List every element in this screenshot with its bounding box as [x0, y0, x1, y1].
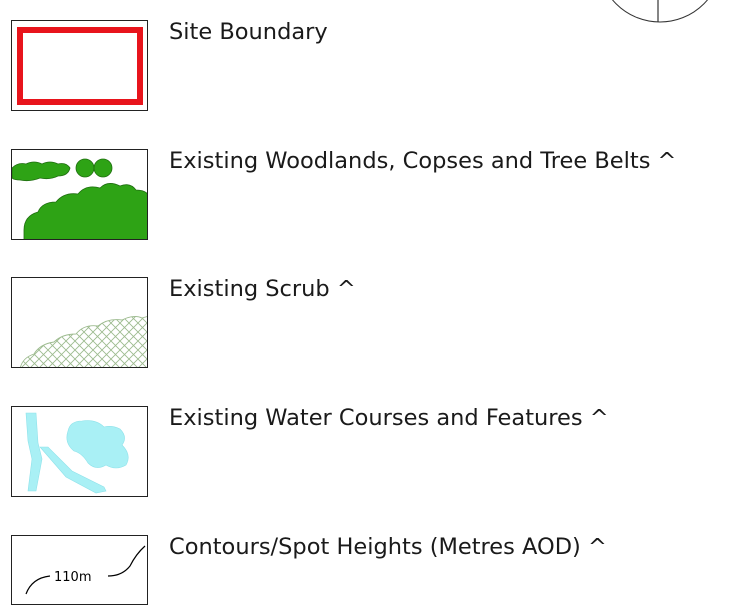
- compass-rose: [590, 0, 731, 34]
- contour-sample-label: 110m: [54, 570, 91, 585]
- scrub-swatch: [11, 277, 148, 368]
- water-swatch: [11, 406, 148, 497]
- legend-label: Existing Water Courses and Features ^: [169, 405, 609, 431]
- legend-label: Existing Woodlands, Copses and Tree Belt…: [169, 148, 677, 174]
- legend-label: Existing Scrub ^: [169, 276, 356, 302]
- woodland-swatch: [11, 149, 148, 240]
- legend-label: Contours/Spot Heights (Metres AOD) ^: [169, 534, 607, 560]
- legend-label: Site Boundary: [169, 19, 328, 45]
- contours-swatch: 110m: [11, 535, 148, 605]
- site-boundary-swatch: [11, 20, 148, 111]
